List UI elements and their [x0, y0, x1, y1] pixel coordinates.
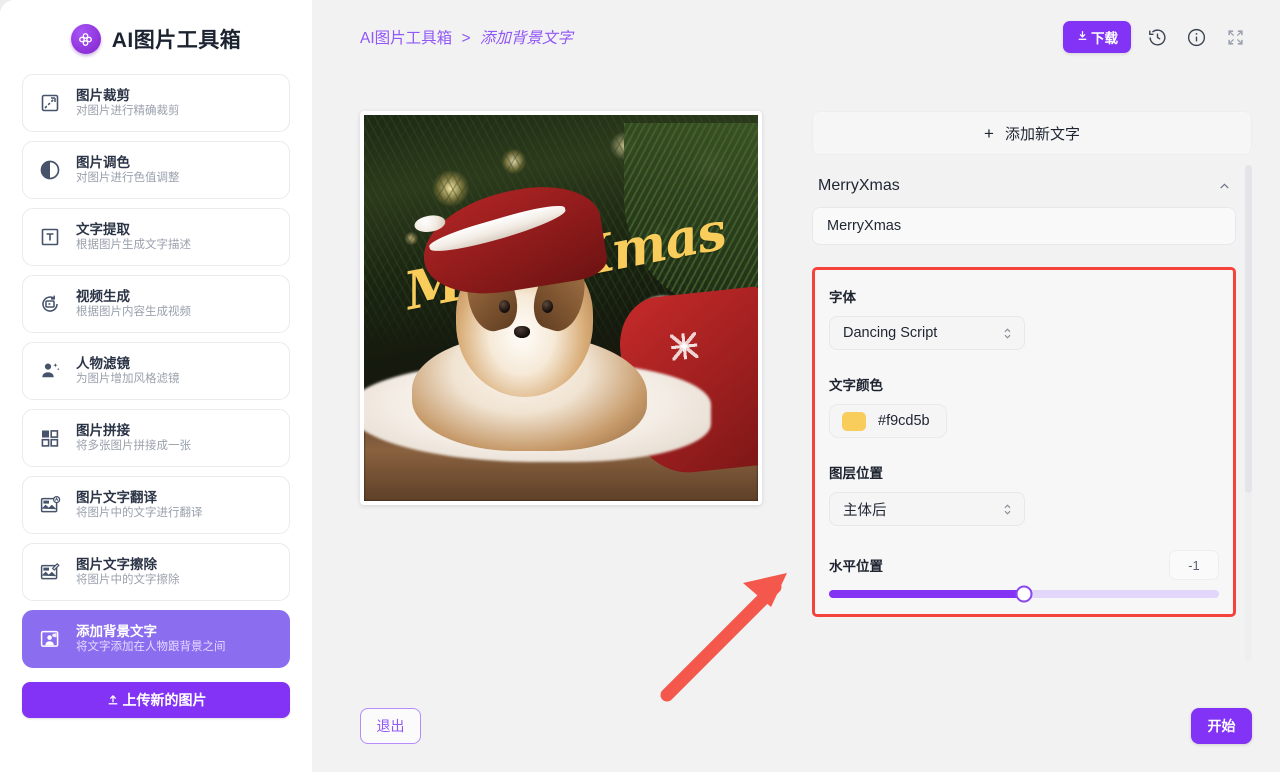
tool-title: 图片文字擦除	[76, 556, 157, 572]
horizontal-position-label: 水平位置	[829, 559, 883, 574]
layer-position-value: 主体后	[843, 502, 887, 519]
download-button[interactable]: 下载	[1063, 21, 1131, 53]
tool-title: 图片裁剪	[76, 87, 130, 103]
image-bg-text-icon	[37, 626, 63, 652]
tool-desc: 对图片进行色值调整	[76, 172, 180, 185]
image-translate-icon	[37, 492, 63, 518]
horizontal-position-slider[interactable]	[829, 585, 1219, 603]
content-area: MerryXmas	[312, 74, 1280, 690]
download-label: 下载	[1091, 31, 1118, 46]
brand-title: AI图片工具箱	[111, 29, 242, 52]
clover-logo-icon	[70, 24, 101, 54]
tool-desc: 根据图片生成文字描述	[76, 239, 191, 252]
tool-desc: 对图片进行精确裁剪	[76, 105, 180, 118]
crop-icon	[37, 90, 63, 116]
sidebar-item-image-stitch[interactable]: 图片拼接 将多张图片拼接成一张	[22, 409, 290, 467]
topbar: AI图片工具箱 > 添加背景文字 下载	[312, 0, 1280, 74]
panel-scrollbar[interactable]	[1245, 165, 1252, 662]
topbar-actions: 下载	[1063, 21, 1248, 53]
tool-title: 图片拼接	[76, 422, 130, 438]
start-button[interactable]: 开始	[1191, 708, 1252, 744]
main-area: AI图片工具箱 > 添加背景文字 下载 + 添加新文字 MerryXmas Me…	[312, 0, 1280, 772]
tool-desc: 将图片中的文字进行翻译	[76, 507, 203, 520]
sidebar-item-image-color[interactable]: 图片调色 对图片进行色值调整	[22, 141, 290, 199]
sidebar: AI图片工具箱 图片裁剪 对图片进行精确裁剪 图片调色 对图片进行色值调整 文字…	[0, 0, 312, 772]
sidebar-item-video-generate[interactable]: 视频生成 根据图片内容生成视频	[22, 275, 290, 333]
sidebar-item-person-filter[interactable]: 人物滤镜 为图片增加风格滤镜	[22, 342, 290, 400]
preview-image[interactable]: MerryXmas	[364, 115, 758, 501]
breadcrumb-current: 添加背景文字	[479, 30, 573, 47]
breadcrumb-root[interactable]: AI图片工具箱	[360, 30, 452, 47]
sidebar-item-add-background-text[interactable]: 添加背景文字 将文字添加在人物跟背景之间	[22, 610, 290, 668]
dog-eye-right	[541, 299, 554, 313]
footer-bar: 退出 开始	[312, 690, 1280, 772]
sidebar-item-image-text-translate[interactable]: 图片文字翻译 将图片中的文字进行翻译	[22, 476, 290, 534]
contrast-icon	[37, 157, 63, 183]
add-new-text-button[interactable]: + 添加新文字	[812, 111, 1252, 155]
font-select[interactable]: Dancing Script	[829, 316, 1025, 350]
slider-thumb[interactable]	[1015, 585, 1033, 603]
color-swatch	[842, 411, 866, 431]
tool-title: 视频生成	[76, 288, 130, 304]
horizontal-position-value: -1	[1169, 550, 1219, 580]
text-settings-panel: + 添加新文字 MerryXmas 字体	[812, 74, 1252, 690]
dog-nose	[513, 326, 531, 338]
breadcrumb-separator: >	[461, 30, 471, 47]
sidebar-item-image-text-erase[interactable]: 图片文字擦除 将图片中的文字擦除	[22, 543, 290, 601]
upload-new-image-button[interactable]: 上传新的图片	[22, 682, 290, 718]
tool-desc: 将文字添加在人物跟背景之间	[76, 641, 226, 654]
add-new-text-label: 添加新文字	[1004, 125, 1080, 143]
layer-position-label: 图层位置	[829, 466, 883, 481]
breadcrumb: AI图片工具箱 > 添加背景文字	[360, 26, 1063, 48]
tool-desc: 将多张图片拼接成一张	[76, 440, 191, 453]
grid-tiles-icon	[37, 425, 63, 451]
color-hex-value: #f9cd5b	[878, 413, 930, 429]
history-clock-icon[interactable]	[1144, 24, 1170, 50]
layer-position-select[interactable]: 主体后	[829, 492, 1025, 526]
exit-button[interactable]: 退出	[360, 708, 421, 744]
tool-desc: 根据图片内容生成视频	[76, 306, 191, 319]
text-layer-header[interactable]: MerryXmas	[812, 155, 1236, 207]
brand-header: AI图片工具箱	[22, 0, 290, 74]
tool-title: 添加背景文字	[76, 623, 157, 639]
video-refresh-icon	[37, 291, 63, 317]
text-layer-title: MerryXmas	[818, 177, 900, 194]
horizontal-position-row: 水平位置 -1	[829, 550, 1219, 580]
font-value: Dancing Script	[843, 325, 938, 341]
preview-card: MerryXmas	[360, 111, 762, 505]
stepper-updown-icon	[1002, 325, 1013, 342]
chevron-up-icon[interactable]	[1217, 179, 1232, 194]
tool-title: 图片文字翻译	[76, 489, 157, 505]
upload-label: 上传新的图片	[122, 692, 207, 708]
upload-icon	[106, 693, 120, 707]
text-color-picker[interactable]: #f9cd5b	[829, 404, 947, 438]
download-icon	[1076, 29, 1089, 45]
tool-title: 人物滤镜	[76, 355, 130, 371]
text-color-label: 文字颜色	[829, 378, 883, 393]
panel-scrollbar-thumb[interactable]	[1245, 165, 1252, 494]
stepper-updown-icon	[1002, 501, 1013, 518]
panel-scroll-region: MerryXmas 字体 Dancing Script	[812, 155, 1252, 690]
fullscreen-expand-icon[interactable]	[1222, 24, 1248, 50]
highlighted-settings-group: 字体 Dancing Script 文字颜色 #f9cd5b 图层位置 主体后 …	[812, 267, 1236, 617]
app-root: AI图片工具箱 图片裁剪 对图片进行精确裁剪 图片调色 对图片进行色值调整 文字…	[0, 0, 1280, 772]
plus-icon: +	[984, 123, 994, 143]
tool-title: 文字提取	[76, 221, 130, 237]
sidebar-item-image-crop[interactable]: 图片裁剪 对图片进行精确裁剪	[22, 74, 290, 132]
text-content-input[interactable]	[812, 207, 1236, 245]
image-erase-text-icon	[37, 559, 63, 585]
tool-list: 图片裁剪 对图片进行精确裁剪 图片调色 对图片进行色值调整 文字提取 根据图片生…	[22, 74, 290, 668]
info-circle-icon[interactable]	[1183, 24, 1209, 50]
dog-eye-left	[498, 299, 511, 313]
tool-desc: 为图片增加风格滤镜	[76, 373, 180, 386]
dog-subject	[407, 177, 651, 451]
tool-title: 图片调色	[76, 154, 130, 170]
text-box-icon	[37, 224, 63, 250]
preview-section: MerryXmas	[360, 74, 770, 690]
sidebar-item-text-extract[interactable]: 文字提取 根据图片生成文字描述	[22, 208, 290, 266]
person-sparkle-icon	[37, 358, 63, 384]
tool-desc: 将图片中的文字擦除	[76, 574, 180, 587]
slider-fill	[829, 590, 1024, 598]
font-label: 字体	[829, 290, 856, 305]
